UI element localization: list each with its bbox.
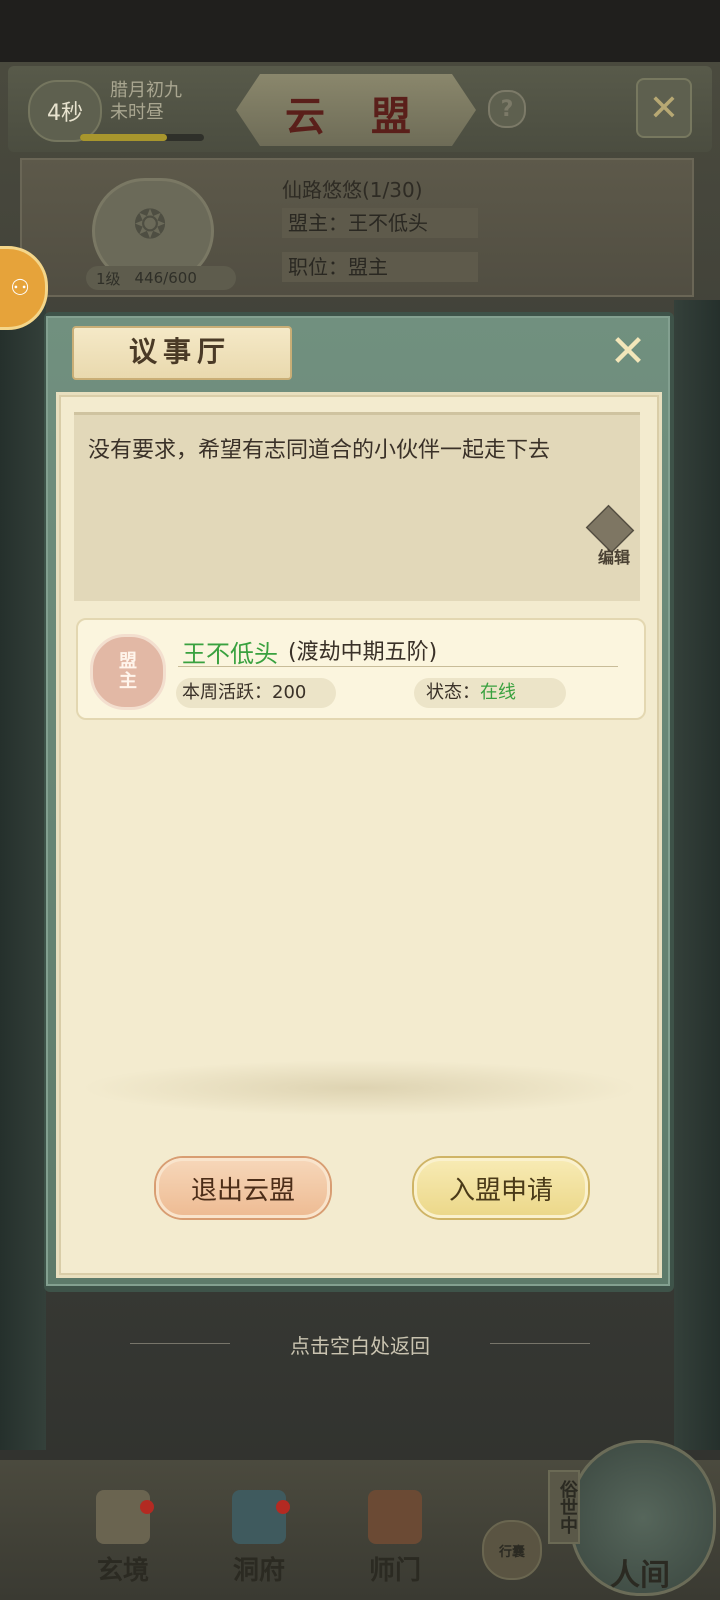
member-divider: [178, 666, 618, 667]
section-fade-divider: [80, 1060, 640, 1116]
edit-label: 编辑: [597, 548, 630, 567]
status-value: 在线: [480, 682, 516, 703]
countdown-timer: 4秒: [28, 80, 102, 142]
member-name: 王不低头: [182, 640, 278, 668]
banner-icon: [368, 1490, 422, 1544]
guild-position: 职位：盟主: [282, 252, 478, 282]
guild-notice: 没有要求，希望有志同道合的小伙伴一起走下去: [88, 438, 551, 463]
nav-xuanjing-badge: [140, 1500, 154, 1514]
mundane-world-tag: 俗世中: [548, 1470, 580, 1544]
emblem-icon: ❂: [133, 202, 167, 248]
background-scenery-right: [674, 300, 720, 1450]
member-status: 状态：在线: [414, 678, 566, 708]
guild-leader: 盟主：王不低头: [282, 208, 478, 238]
gamepad-icon: ⚇: [10, 275, 30, 301]
nav-shimen[interactable]: 师门: [350, 1480, 440, 1590]
guild-exp: 446/600: [134, 269, 197, 287]
calendar-time: 未时昼: [110, 102, 164, 123]
member-realm: (渡劫中期五阶): [288, 640, 438, 665]
status-label: 状态：: [426, 682, 480, 703]
renjian-label: 人间: [610, 1558, 670, 1593]
guild-level-pill: 1级 446/600: [86, 266, 236, 290]
modal-title: 议事厅: [128, 335, 231, 368]
nav-label-dongfu: 洞府: [232, 1556, 285, 1586]
leave-guild-button[interactable]: 退出云盟: [156, 1158, 330, 1218]
role-seal-line2: 主: [119, 671, 137, 692]
day-progress-fill: [80, 134, 167, 141]
nav-label-xuanjing: 玄境: [96, 1556, 149, 1586]
page-title: 云 盟: [285, 93, 427, 140]
scroll-icon: [96, 1490, 150, 1544]
guild-level: 1级: [96, 269, 121, 288]
guild-name: 仙路悠悠(1/30): [282, 178, 423, 202]
background-scenery-left: [0, 300, 46, 1450]
nav-dongfu[interactable]: 洞府: [214, 1480, 304, 1590]
calendar-date: 腊月初九: [110, 80, 182, 101]
tap-blank-to-return-hint[interactable]: 点击空白处返回: [0, 1330, 720, 1359]
member-activity: 本周活跃：200: [176, 678, 336, 708]
nav-dongfu-badge: [276, 1500, 290, 1514]
lantern-icon: [232, 1490, 286, 1544]
nav-label-shimen: 师门: [368, 1556, 421, 1586]
modal-close-button[interactable]: ✕: [606, 330, 650, 374]
close-page-button[interactable]: ✕: [636, 78, 692, 138]
role-seal-line1: 盟: [119, 651, 137, 672]
nav-xuanjing[interactable]: 玄境: [78, 1480, 168, 1590]
role-seal: 盟 主: [90, 634, 166, 710]
join-requests-button[interactable]: 入盟申请: [414, 1158, 588, 1218]
pack-button[interactable]: 行囊: [482, 1520, 542, 1580]
help-button[interactable]: ?: [488, 90, 526, 128]
status-strip: [0, 0, 720, 62]
